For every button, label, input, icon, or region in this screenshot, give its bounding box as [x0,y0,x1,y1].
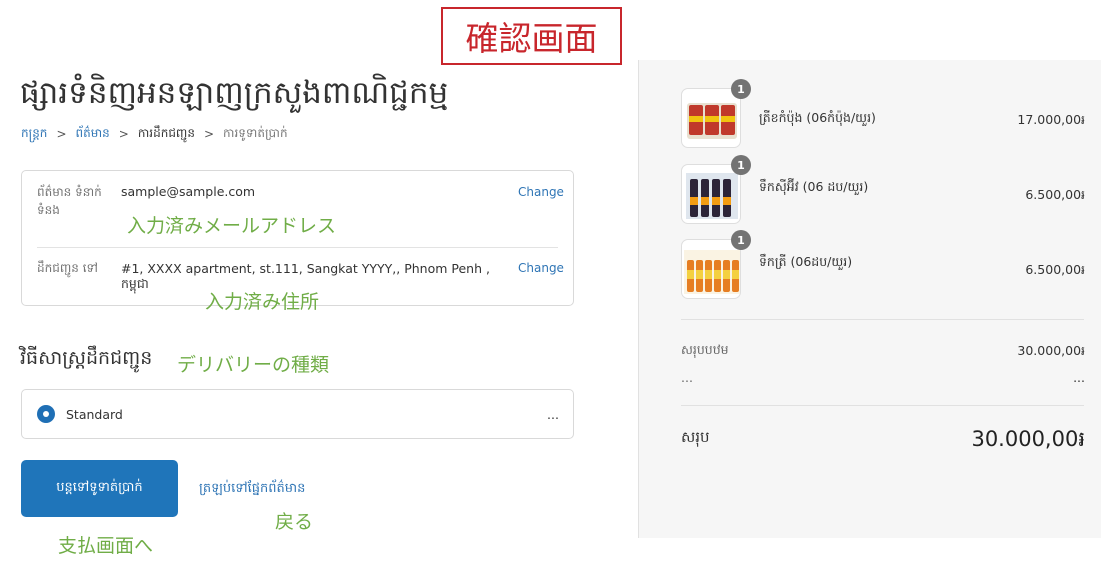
quantity-badge: 1 [731,79,751,99]
subtotal-value: 30.000,00៛ [1017,343,1085,358]
total-value: 30.000,00៛ [971,427,1085,451]
chevron-right-icon: > [203,127,215,141]
breadcrumb-payment: ការទូទាត់ប្រាក់ [223,126,288,140]
divider [681,405,1084,406]
to-payment-annotation: 支払画面へ [58,535,154,557]
quantity-badge: 1 [731,230,751,250]
order-summary: 1 ត្រីខកំប៉ុង (06កំប៉ុង/យួរ) 17.000,00៛ … [638,60,1101,538]
product-price: 17.000,00៛ [1017,112,1085,127]
review-block: ព័ត៌មាន ទំនាក់ទំនង sample@sample.com Cha… [21,170,574,306]
shipping-cost-value: ... [1073,370,1085,385]
change-contact-link[interactable]: Change [518,185,564,199]
product-price: 6.500,00៛ [1025,187,1085,202]
contact-label: ព័ត៌មាន ទំនាក់ទំនង [37,185,102,217]
change-shipto-link[interactable]: Change [518,261,564,275]
confirmation-screen-label: 確認画面 [441,7,622,65]
divider [681,319,1084,320]
return-to-information-link[interactable]: ត្រឡប់ទៅផ្នែកព័ត៌មាន [199,480,305,499]
product-name: ត្រីខកំប៉ុង (06កំប៉ុង/យួរ) [759,110,876,125]
subtotal-label: សរុបបឋម [681,342,729,357]
divider [37,247,558,248]
shipping-cost-label: ... [681,370,693,385]
back-annotation: 戻る [275,511,314,533]
soy-sauce-bottles-image [681,164,741,224]
breadcrumb-information[interactable]: ព័ត៌មាន [76,125,110,143]
delivery-type-annotation: デリバリーの種類 [177,354,330,376]
shipping-option-standard[interactable]: Standard ... [21,389,574,439]
shipping-method-heading: វិធីសាស្ត្រដឹកជញ្ជូន [20,347,153,369]
chevron-right-icon: > [56,127,67,141]
shipto-address-line2: កម្ពុជា [121,276,149,291]
breadcrumb-cart[interactable]: កន្ត្រក [21,125,47,143]
shipping-option-price: ... [547,407,559,422]
breadcrumb-shipping: ការដឹកជញ្ជូន [137,126,195,140]
canned-fish-image [681,88,741,148]
product-price: 6.500,00៛ [1025,262,1085,277]
quantity-badge: 1 [731,155,751,175]
product-name: ទឹកត្រី (06ដប/យួរ) [759,254,853,269]
continue-to-payment-button[interactable]: បន្តទៅទូទាត់ប្រាក់ [21,460,178,517]
shipto-label: ដឹកជញ្ជូន ទៅ [37,261,98,275]
shipping-option-label: Standard [66,407,123,422]
contact-email-value: sample@sample.com [121,184,256,199]
product-name: ទឹកស៊ីអ៊ីវ (06 ដប/យួរ) [759,179,869,194]
store-title: ផ្សារទំនិញអនឡាញក្រសួងពាណិជ្ជកម្ម [20,75,449,111]
chevron-right-icon: > [118,127,129,141]
total-label: សរុប [681,428,710,446]
breadcrumb: កន្ត្រក > ព័ត៌មាន > ការដឹកជញ្ជូន > ការទូ… [21,125,288,143]
radio-selected-icon[interactable] [37,405,55,423]
entered-email-annotation: 入力済みメールアドレス [127,215,337,237]
entered-address-annotation: 入力済み住所 [205,291,320,313]
fish-sauce-bottles-image [681,239,741,299]
shipto-address-line1: #1, XXXX apartment, st.111, Sangkat YYYY… [121,261,490,276]
